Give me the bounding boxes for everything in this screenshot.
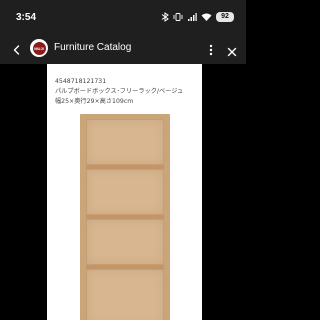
battery-icon: 92 (216, 12, 234, 22)
product-dimensions: 幅25×奥行29×高さ109cm (55, 98, 134, 105)
shelf-compartment (86, 169, 164, 215)
more-options-button[interactable] (206, 42, 216, 56)
product-code: 4548718121731 (55, 78, 107, 85)
wifi-icon (201, 12, 212, 22)
product-info: 4548718121731 パルプボードボックス･フリーラック/ベージュ 幅25… (55, 77, 201, 107)
more-vertical-icon (209, 44, 213, 56)
bluetooth-icon (161, 12, 169, 22)
close-button[interactable] (226, 43, 238, 57)
app-title: Furniture Catalog (54, 42, 132, 53)
close-icon (227, 47, 237, 57)
product-card[interactable]: 4548718121731 パルプボードボックス･フリーラック/ベージュ 幅25… (47, 64, 202, 320)
app-logo-text: MUJI (32, 41, 46, 55)
shelf-compartment (86, 219, 164, 265)
status-icons: 92 (161, 11, 234, 23)
chevron-left-icon (13, 45, 20, 55)
product-name: パルプボードボックス･フリーラック/ベージュ (55, 88, 184, 95)
vibrate-icon (173, 12, 183, 22)
product-image-bookshelf (80, 114, 170, 320)
shelf-back (86, 119, 164, 320)
shelf-compartment (86, 269, 164, 320)
status-bar: 3:54 92 (0, 0, 246, 34)
shelf-compartment (86, 119, 164, 165)
signal-icon (187, 12, 197, 22)
back-button[interactable] (10, 42, 24, 56)
app-logo: MUJI (30, 39, 48, 57)
app-bar: MUJI Furniture Catalog (0, 34, 246, 64)
content-area: 4548718121731 パルプボードボックス･フリーラック/ベージュ 幅25… (0, 64, 246, 320)
status-time: 3:54 (16, 12, 37, 23)
